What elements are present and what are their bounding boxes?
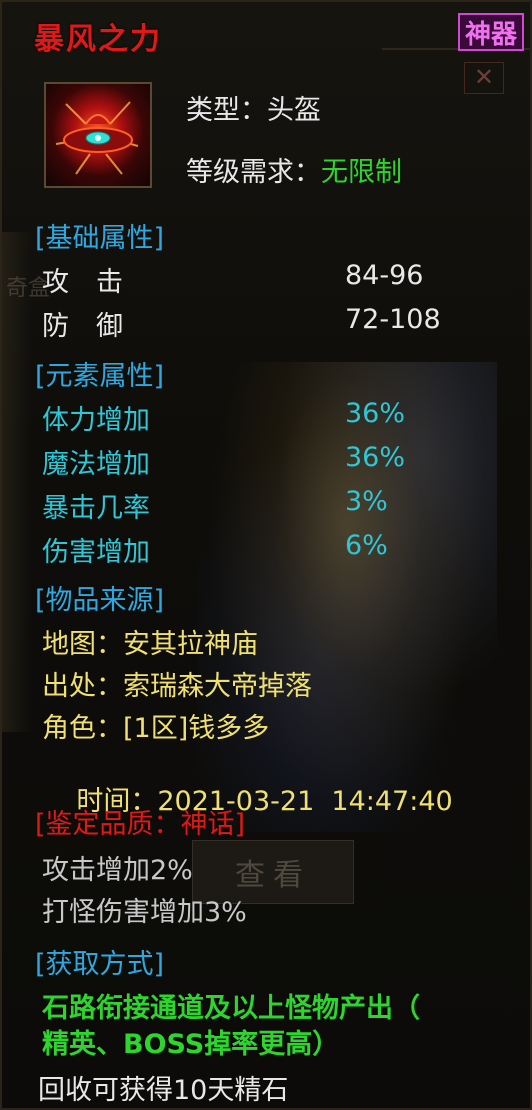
item-type-value: 头盔 [267, 95, 321, 126]
item-tooltip-panel: 奇盒 ✕ 查看 暴风之力 神器 类型：头盔 等级需求：无限制 [基础属性] 攻 … [0, 0, 532, 1110]
basic-stat-defense-name: 防 御 [42, 311, 123, 342]
source-character-label: 角色： [42, 713, 123, 744]
source-origin-label: 出处： [42, 671, 123, 702]
basic-stat-attack-value: 84-96 [345, 260, 424, 291]
element-stat-value: 36% [345, 398, 406, 429]
element-stat-value: 3% [345, 486, 388, 517]
basic-stat-defense-value: 72-108 [345, 304, 441, 335]
background-side-strip [2, 232, 32, 732]
level-requirement-label: 等级需求： [186, 157, 321, 188]
source-map-value: 安其拉神庙 [123, 629, 258, 660]
element-stat-name: 体力增加 [42, 405, 150, 436]
obtain-method-line: 精英、BOSS掉率更高） [42, 1029, 340, 1060]
source-origin-value: 索瑞森大帝掉落 [123, 671, 312, 702]
source-origin-row: 出处：索瑞森大帝掉落 [42, 664, 312, 703]
source-map-label: 地图： [42, 629, 123, 660]
level-requirement-value: 无限制 [321, 157, 402, 188]
level-requirement-row: 等级需求：无限制 [186, 150, 402, 189]
helmet-item-icon [44, 82, 152, 188]
quality-bonus-line: 攻击增加2% [42, 855, 193, 886]
quality-bonus-line: 打怪伤害增加3% [42, 897, 247, 928]
background-close-icon: ✕ [464, 62, 504, 94]
item-type-label: 类型： [186, 95, 267, 126]
element-stat-value: 6% [345, 530, 388, 561]
recycle-reward-text: 回收可获得10天精石 [38, 1075, 289, 1106]
element-stat-name: 暴击几率 [42, 493, 150, 524]
element-stat-value: 36% [345, 442, 406, 473]
element-stat-name: 伤害增加 [42, 537, 150, 568]
source-map-row: 地图：安其拉神庙 [42, 622, 258, 661]
obtain-method-line: 石路衔接通道及以上怪物产出（ [42, 993, 420, 1024]
artifact-badge: 神器 [458, 13, 524, 51]
source-character-row: 角色：[1区]钱多多 [42, 706, 269, 745]
element-stat-name: 魔法增加 [42, 449, 150, 480]
basic-stat-attack-name: 攻 击 [42, 267, 123, 298]
basic-attributes-header: [基础属性] [35, 223, 165, 254]
source-character-value: [1区]钱多多 [123, 713, 270, 744]
obtain-method-header: [获取方式] [35, 949, 165, 980]
item-source-header: [物品来源] [35, 585, 165, 616]
appraisal-quality-header: [鉴定品质：神话] [35, 809, 246, 840]
background-frame [382, 48, 530, 200]
item-type-row: 类型：头盔 [186, 88, 321, 127]
item-title: 暴风之力 [34, 22, 162, 57]
element-attributes-header: [元素属性] [35, 361, 165, 392]
